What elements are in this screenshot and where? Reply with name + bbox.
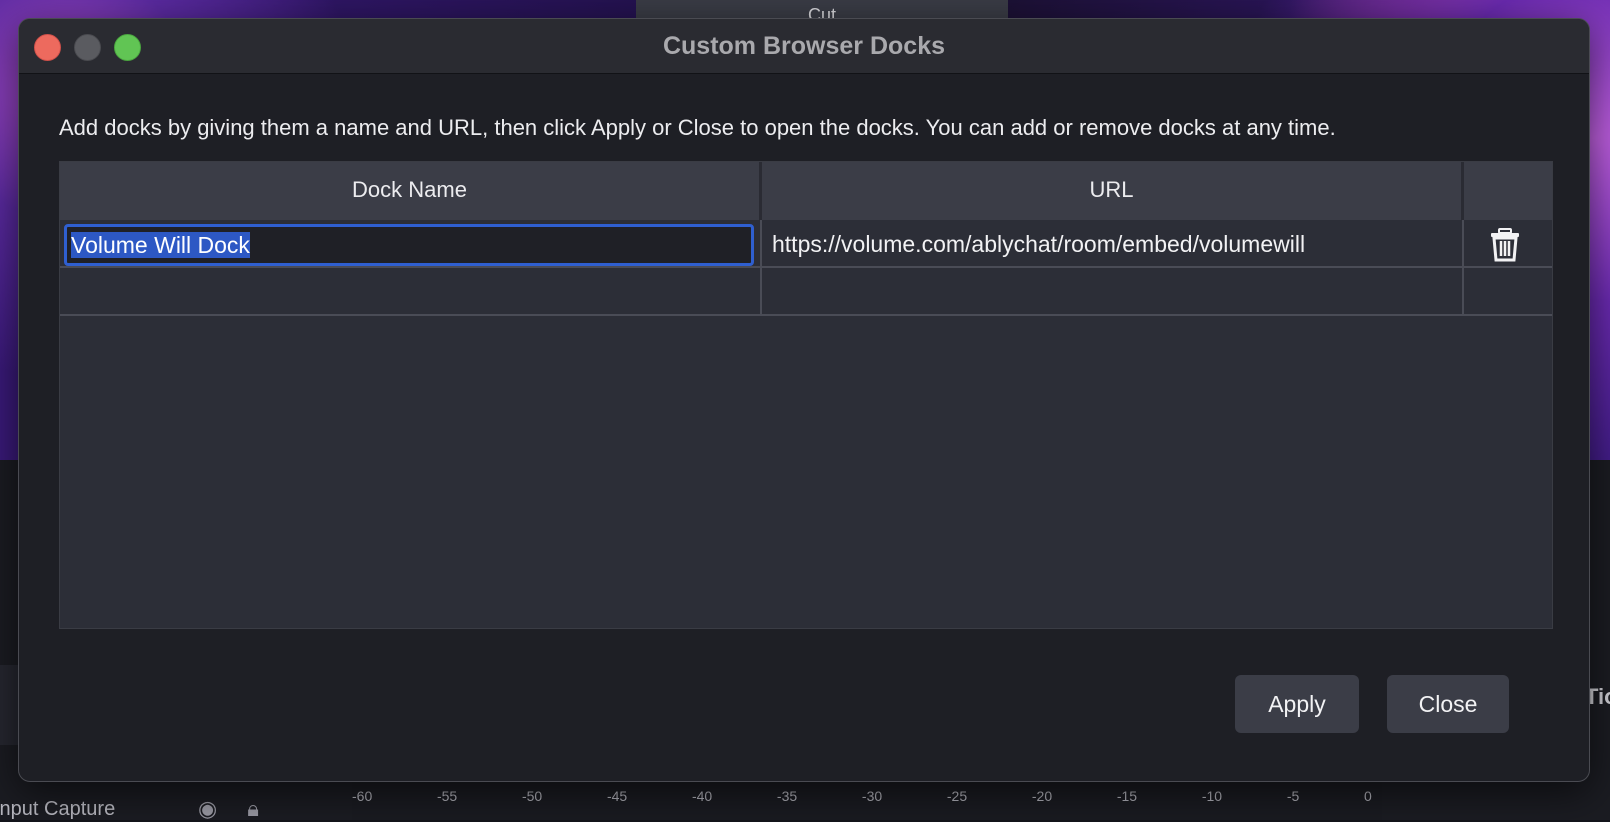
trash-icon [1491,228,1519,262]
eye-icon[interactable]: ◉ [198,796,247,821]
meter-tick: -5 [1286,788,1300,804]
background-transition-button[interactable]: Cut [636,0,1008,18]
meter-tick: -50 [521,788,543,804]
close-button[interactable]: Close [1387,675,1509,733]
table-row [60,268,1552,316]
table-header: Dock Name URL [60,162,1552,220]
background-source-label[interactable]: Input Capture [0,798,115,821]
lock-icon[interactable]: 🔒︎ [247,796,289,821]
dialog-title: Custom Browser Docks [662,32,946,60]
delete-dock-button[interactable] [1488,228,1522,262]
meter-tick: -55 [436,788,458,804]
docks-table: Dock Name URL Volume Will Dock https://v… [59,161,1553,629]
column-header-dock-name[interactable]: Dock Name [60,162,762,220]
meter-tick: -60 [352,788,373,804]
meter-tick: -15 [1116,788,1138,804]
meter-tick: -10 [1201,788,1223,804]
dock-name-input[interactable]: Volume Will Dock [64,224,754,266]
meter-tick: -35 [776,788,798,804]
dock-url-text[interactable]: https://volume.com/ablychat/room/embed/v… [772,220,1305,268]
custom-browser-docks-dialog: Custom Browser Docks Add docks by giving… [18,18,1590,782]
dock-name-cell[interactable] [60,268,762,314]
table-row: Volume Will Dock https://volume.com/ably… [60,220,1552,268]
dock-delete-cell [1464,220,1552,266]
meter-tick: -45 [606,788,628,804]
meter-tick: 0 [1364,788,1372,804]
dock-delete-cell [1464,268,1552,314]
background-source-icons: ◉🔒︎ [198,796,289,822]
column-header-url[interactable]: URL [762,162,1464,220]
dock-url-cell[interactable]: https://volume.com/ablychat/room/embed/v… [762,220,1464,266]
meter-tick: -30 [861,788,883,804]
meter-tick: -20 [1031,788,1053,804]
apply-button[interactable]: Apply [1235,675,1359,733]
audio-meter-ticks: -60 -55 -50 -45 -40 -35 -30 -25 -20 -15 … [352,788,1372,804]
dock-name-cell[interactable]: Volume Will Dock [60,220,762,266]
audio-meter: -60 -55 -50 -45 -40 -35 -30 -25 -20 -15 … [352,778,1382,820]
dialog-description: Add docks by giving them a name and URL,… [59,115,1336,140]
meter-tick: -40 [691,788,713,804]
background-left-panel [0,665,18,745]
title-bar[interactable]: Custom Browser Docks [19,19,1589,74]
dock-url-cell[interactable] [762,268,1464,314]
selected-text: Volume Will Dock [71,232,250,258]
column-header-actions [1464,162,1552,220]
meter-tick: -25 [946,788,968,804]
